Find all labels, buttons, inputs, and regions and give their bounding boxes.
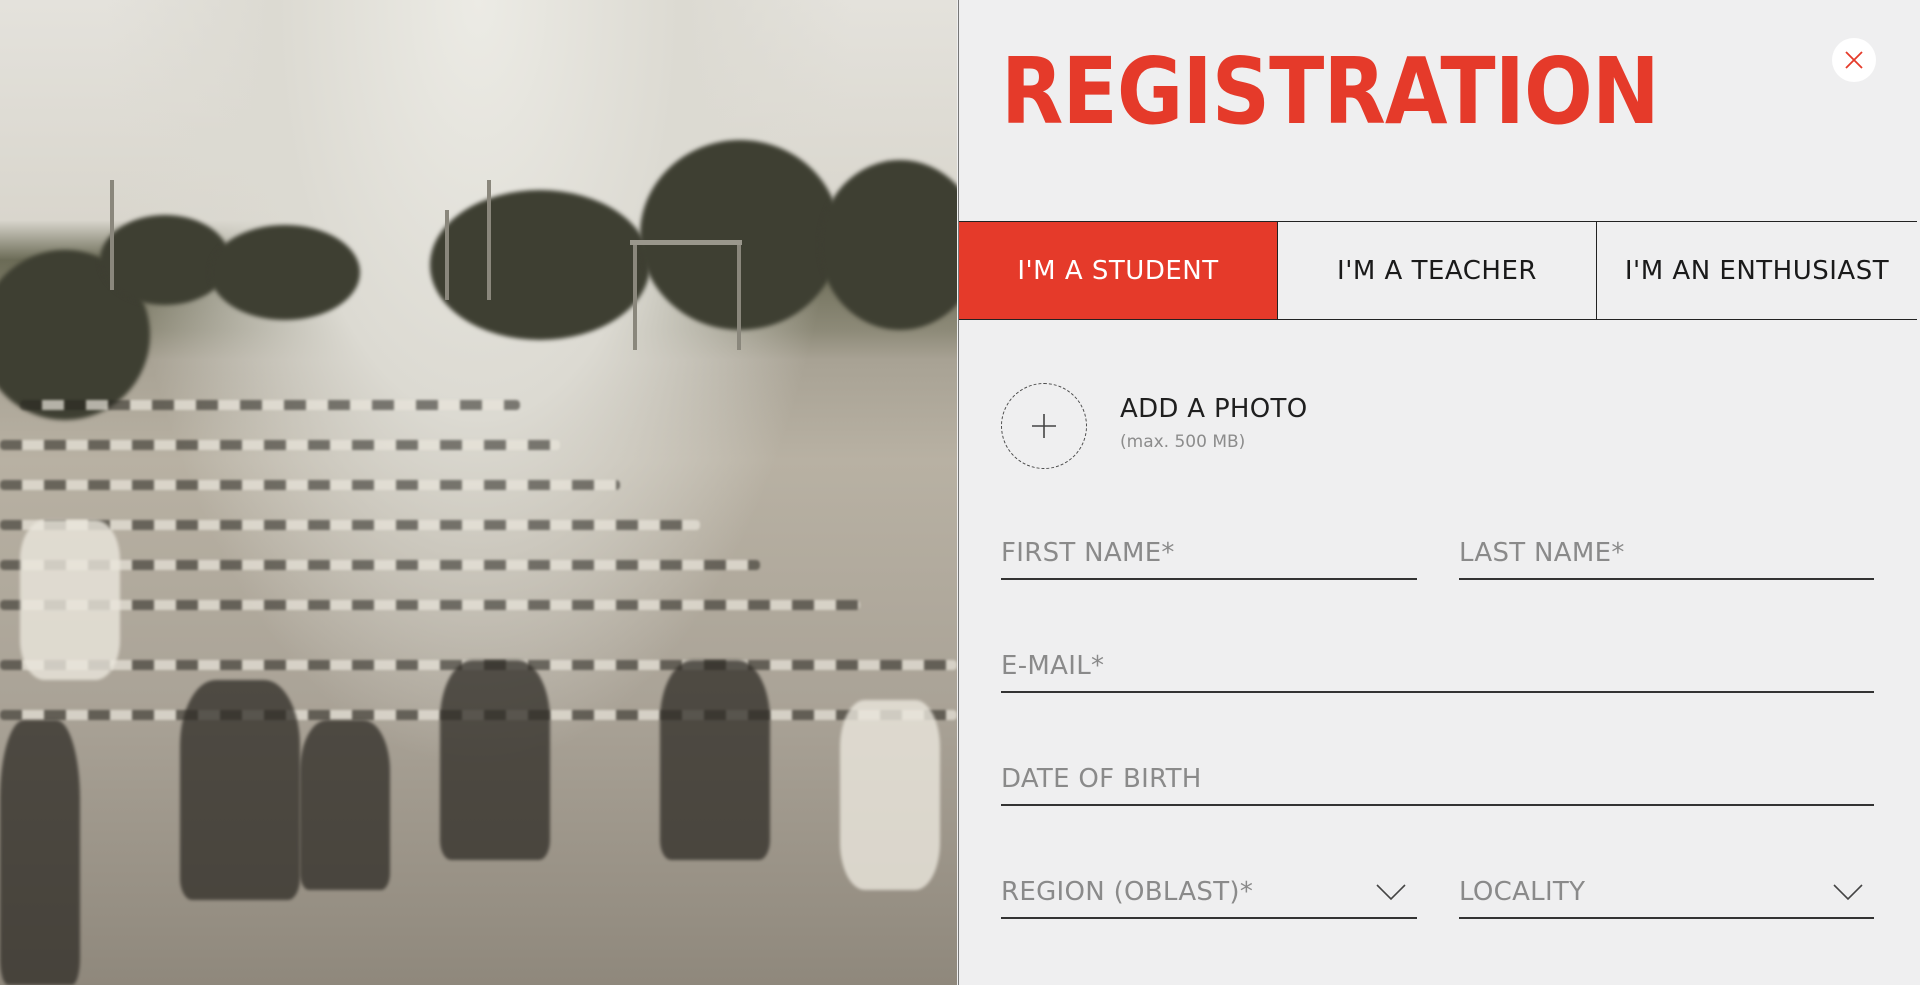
chevron-down-icon xyxy=(1376,884,1406,901)
role-tabs: I'M A STUDENT I'M A TEACHER I'M AN ENTHU… xyxy=(959,221,1917,320)
add-photo-button[interactable] xyxy=(1001,383,1087,469)
last-name-field[interactable]: LAST NAME* xyxy=(1459,538,1874,580)
region-label: REGION (OBLAST)* xyxy=(1001,877,1254,907)
tab-teacher[interactable]: I'M A TEACHER xyxy=(1278,222,1597,319)
locality-label: LOCALITY xyxy=(1459,877,1586,907)
email-field[interactable]: E-MAIL* xyxy=(1001,651,1874,693)
locality-select[interactable]: LOCALITY xyxy=(1459,877,1874,919)
registration-panel: REGISTRATION I'M A STUDENT I'M A TEACHER… xyxy=(958,0,1920,985)
tab-enthusiast[interactable]: I'M AN ENTHUSIAST xyxy=(1597,222,1917,319)
close-button[interactable] xyxy=(1832,38,1876,82)
page-title: REGISTRATION xyxy=(1001,38,1660,145)
plus-icon xyxy=(1032,414,1056,438)
add-photo-text: ADD A PHOTO (max. 500 MB) xyxy=(1120,394,1307,452)
add-photo-section: ADD A PHOTO (max. 500 MB) xyxy=(1001,383,1307,469)
region-select[interactable]: REGION (OBLAST)* xyxy=(1001,877,1417,919)
close-icon xyxy=(1845,51,1863,69)
first-name-field[interactable]: FIRST NAME* xyxy=(1001,538,1417,580)
add-photo-hint: (max. 500 MB) xyxy=(1120,432,1246,452)
chevron-down-icon xyxy=(1833,884,1863,901)
date-of-birth-field[interactable]: DATE OF BIRTH xyxy=(1001,764,1874,806)
background-photo xyxy=(0,0,957,985)
tab-student[interactable]: I'M A STUDENT xyxy=(959,222,1278,319)
add-photo-label: ADD A PHOTO xyxy=(1120,394,1308,424)
